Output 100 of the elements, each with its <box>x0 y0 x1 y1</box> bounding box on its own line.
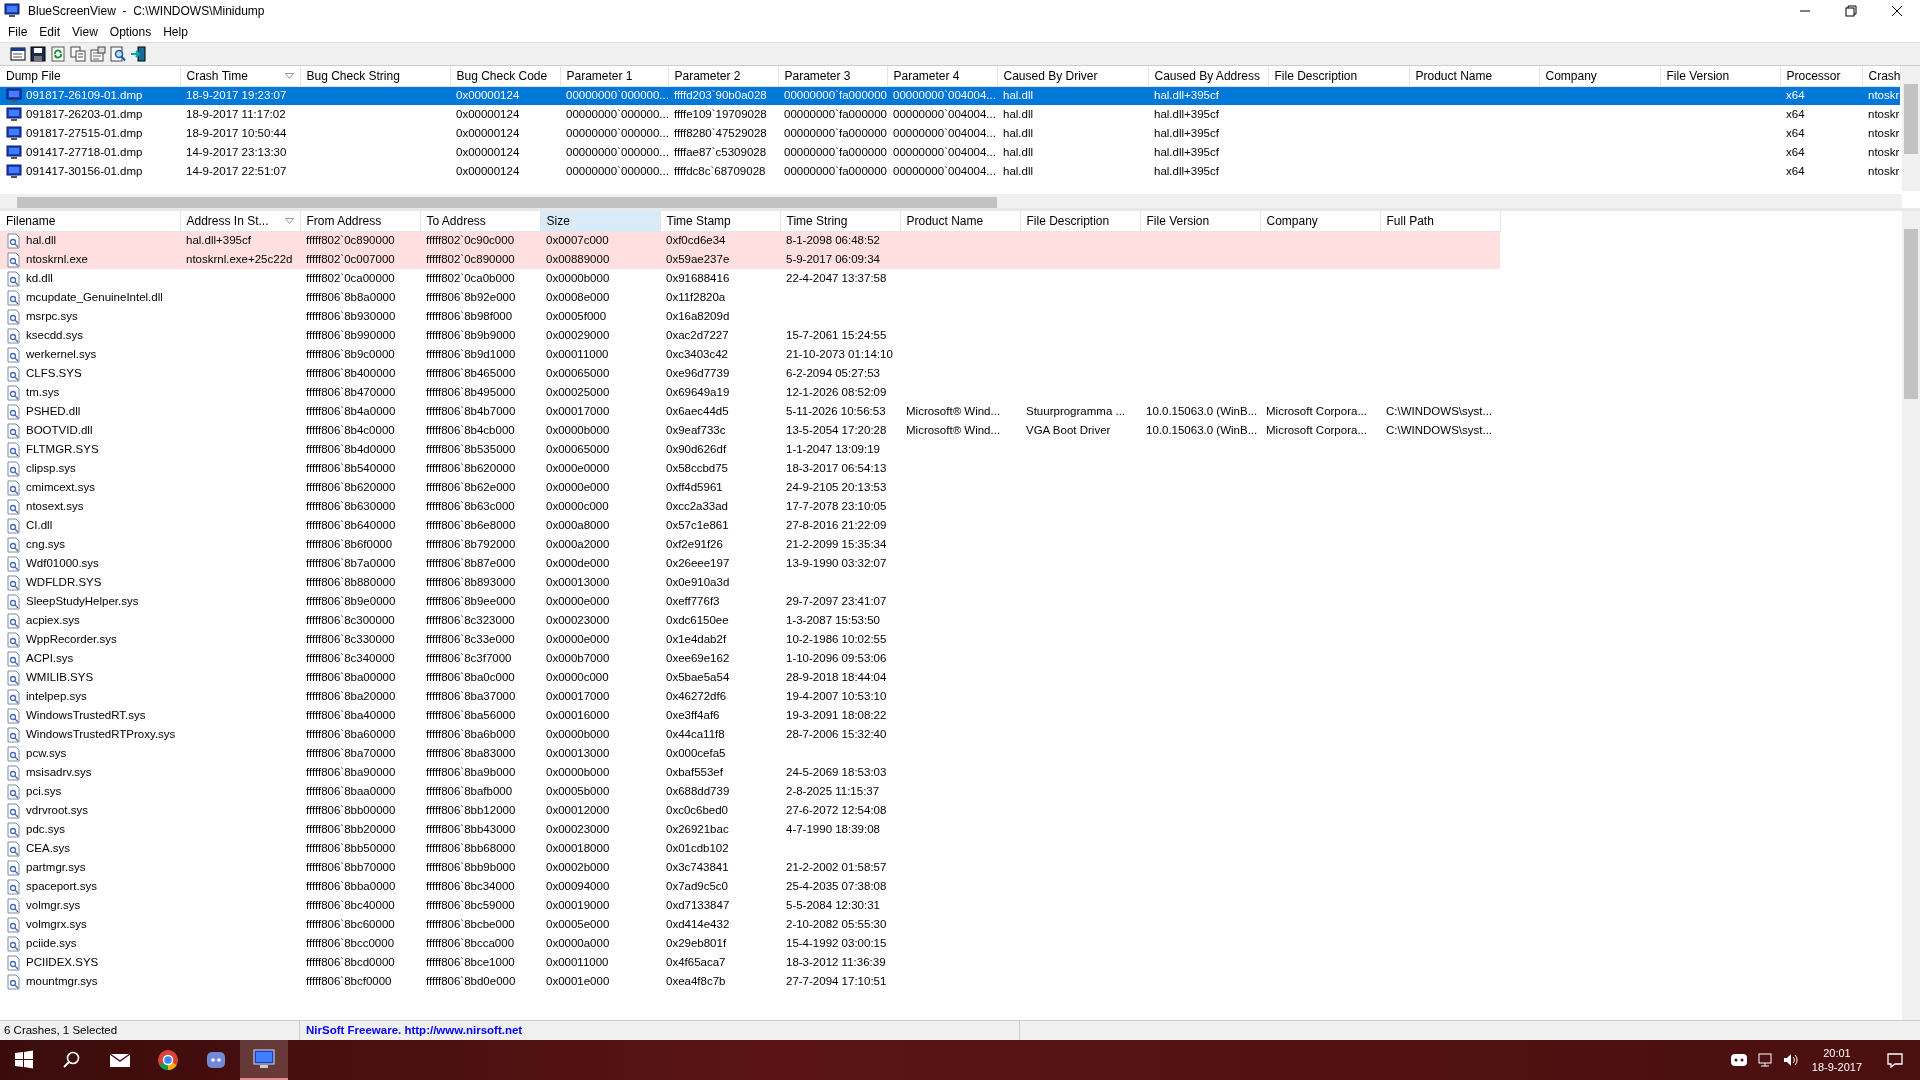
column-header[interactable]: Address In St... <box>186 211 269 230</box>
column-header[interactable]: File Description <box>1268 66 1409 86</box>
column-header[interactable]: Processor <box>1780 66 1862 86</box>
table-row[interactable]: ntosext.sys fffff806`8b630000 fffff806`8b63c000 0x0000c000 0xcc2a33ad 17-7-2078 23:10:05 <box>0 497 1500 516</box>
column-header[interactable]: Bug Check Code <box>450 66 560 86</box>
table-row[interactable]: Wdf01000.sys fffff806`8b7a0000 fffff806`8b87e000 0x000de000 0x26eee197 13-9-1990 03:32:07 <box>0 554 1500 573</box>
table-row[interactable]: WindowsTrustedRT.sys fffff806`8ba40000 fffff806`8ba56000 0x00016000 0xe3ff4af6 19-3-2091 18:08:22 <box>0 706 1500 725</box>
menu-item[interactable]: Edit <box>33 22 67 42</box>
monitor-icon[interactable] <box>252 1047 276 1071</box>
column-header[interactable]: File Version <box>1660 66 1780 86</box>
menu-item[interactable]: Options <box>103 22 158 42</box>
table-cell-text: fffff806`8bd0e000 <box>425 973 517 989</box>
column-header[interactable]: Time String <box>780 211 900 231</box>
window-icon[interactable] <box>10 46 26 62</box>
table-row[interactable]: partmgr.sys fffff806`8bb70000 fffff806`8bb9b000 0x0002b000 0x3c743841 21-2-2002 01:58:57 <box>0 858 1500 877</box>
table-row[interactable]: PSHED.dll fffff806`8b4a0000 fffff806`8b4b7000 0x00017000 0x6aec44d5 5-11-2026 10:56:53 Microsoft® Wind... Stuurprogramma ... 10.0.15063.0 (WinB... Microsoft Corpora... C:\WINDOWS\syst... <box>0 402 1500 421</box>
table-row[interactable]: pcw.sys fffff806`8ba70000 fffff806`8ba83000 0x00013000 0x000cefa5 <box>0 744 1500 763</box>
network-icon[interactable] <box>1755 1051 1774 1069</box>
column-header[interactable]: To Address <box>420 211 540 231</box>
table-row[interactable]: WDFLDR.SYS fffff806`8b880000 fffff806`8b893000 0x00013000 0x0e910a3d <box>0 573 1500 592</box>
vertical-scrollbar[interactable] <box>1902 66 1920 191</box>
table-row[interactable]: acpiex.sys fffff806`8c300000 fffff806`8c323000 0x00023000 0xdc6150ee 1-3-2087 15:53:50 <box>0 611 1500 630</box>
table-row[interactable]: CEA.sys fffff806`8bb50000 fffff806`8bb68000 0x00018000 0x01cdb102 <box>0 839 1500 858</box>
table-row[interactable]: volmgrx.sys fffff806`8bc60000 fffff806`8bcbe000 0x0005e000 0xd414e432 2-10-2082 05:55:30 <box>0 915 1500 934</box>
column-header[interactable]: Full Path <box>1380 211 1500 231</box>
table-row[interactable]: FLTMGR.SYS fffff806`8b4d0000 fffff806`8b535000 0x00065000 0x90d626df 1-1-2047 13:09:19 <box>0 440 1500 459</box>
column-header[interactable]: File Version <box>1140 211 1260 231</box>
table-row[interactable]: CLFS.SYS fffff806`8b400000 fffff806`8b465000 0x00065000 0xe96d7739 6-2-2094 05:27:53 <box>0 364 1500 383</box>
scrollbar-thumb[interactable] <box>1904 229 1918 399</box>
table-row[interactable]: ntoskrnl.exe ntoskrnl.exe+25c22d fffff802`0c007000 fffff802`0c890000 0x00889000 0x59ae237e 5-9-2017 06:09:34 <box>0 250 1500 269</box>
table-row[interactable]: 091817-26109-01.dmp 18-9-2017 19:23:07 0x00000124 00000000`000000... ffffd203`90b0a028 00000000`fa000000 00000000`004004... hal.dll hal.dll+395cf x64 ntoskr <box>0 86 1900 105</box>
table-row[interactable]: WppRecorder.sys fffff806`8c330000 fffff806`8c33e000 0x0000e000 0x1e4dab2f 10-2-1986 10:02:55 <box>0 630 1500 649</box>
report-icon[interactable] <box>90 46 106 62</box>
column-header[interactable]: Parameter 1 <box>560 66 668 86</box>
table-row[interactable]: PCIIDEX.SYS fffff806`8bcd0000 fffff806`8bce1000 0x00011000 0x4f65aca7 18-3-2012 11:36:39 <box>0 953 1500 972</box>
column-header[interactable]: Filename <box>0 211 180 231</box>
menu-item[interactable]: File <box>2 22 34 42</box>
vertical-scrollbar[interactable] <box>1902 211 1920 1020</box>
column-header[interactable]: Crash Time <box>186 66 248 85</box>
notification-icon[interactable] <box>1886 1051 1904 1069</box>
column-header[interactable]: Time Stamp <box>660 211 780 231</box>
chat-icon[interactable] <box>1729 1051 1748 1069</box>
column-header[interactable]: Caused By Address <box>1148 66 1268 86</box>
horizontal-scrollbar[interactable] <box>0 194 1902 208</box>
column-header[interactable]: Dump File <box>0 66 180 86</box>
save-icon[interactable] <box>30 46 46 62</box>
table-row[interactable]: SleepStudyHelper.sys fffff806`8b9e0000 fffff806`8b9ee000 0x0000e000 0xeff776f3 29-7-2097 23:41:07 <box>0 592 1500 611</box>
column-header[interactable]: Parameter 3 <box>778 66 887 86</box>
table-row[interactable]: volmgr.sys fffff806`8bc40000 fffff806`8bc59000 0x00019000 0xd7133847 5-5-2084 12:30:31 <box>0 896 1500 915</box>
table-row[interactable]: mountmgr.sys fffff806`8bcf0000 fffff806`8bd0e000 0x0001e000 0xea4f8c7b 27-7-2094 17:10:51 <box>0 972 1500 991</box>
table-row[interactable]: WindowsTrustedRTProxy.sys fffff806`8ba60000 fffff806`8ba6b000 0x0000b000 0x44ca11f8 28-7-2006 15:32:40 <box>0 725 1500 744</box>
column-header[interactable]: Crash <box>1862 66 1900 86</box>
column-header[interactable]: Product Name <box>1409 66 1539 86</box>
table-row[interactable]: intelpep.sys fffff806`8ba20000 fffff806`8ba37000 0x00017000 0x46272df6 19-4-2007 10:53:10 <box>0 687 1500 706</box>
column-header[interactable]: Parameter 2 <box>668 66 778 86</box>
column-header[interactable]: Size <box>540 211 660 231</box>
monitor-icon <box>6 163 22 180</box>
table-row[interactable]: 091417-30156-01.dmp 14-9-2017 22:51:07 0x00000124 00000000`000000... ffffdc8c`68709028 00000000`fa000000 00000000`004004... hal.dll hal.dll+395cf x64 ntoskr <box>0 162 1900 181</box>
table-row[interactable]: kd.dll fffff802`0ca00000 fffff802`0ca0b000 0x0000b000 0x91688416 22-4-2047 13:37:58 <box>0 269 1500 288</box>
table-row[interactable]: spaceport.sys fffff806`8bba0000 fffff806`8bc34000 0x00094000 0x7ad9c5c0 25-4-2035 07:38:08 <box>0 877 1500 896</box>
table-row[interactable]: vdrvroot.sys fffff806`8bb00000 fffff806`8bb12000 0x00012000 0xc0c6bed0 27-6-2072 12:54:08 <box>0 801 1500 820</box>
table-row[interactable]: ACPI.sys fffff806`8c340000 fffff806`8c3f7000 0x000b7000 0xee69e162 1-10-2096 09:53:06 <box>0 649 1500 668</box>
column-header[interactable]: Company <box>1260 211 1380 231</box>
table-row[interactable]: hal.dll hal.dll+395cf fffff802`0c890000 fffff802`0c90c000 0x0007c000 0xf0cd6e34 8-1-2098 06:48:52 <box>0 231 1500 250</box>
table-row[interactable]: clipsp.sys fffff806`8b540000 fffff806`8b620000 0x000e0000 0x58ccbd75 18-3-2017 06:54:13 <box>0 459 1500 478</box>
table-row[interactable]: cmimcext.sys fffff806`8b620000 fffff806`8b62e000 0x0000e000 0xff4d5961 24-9-2105 20:13:53 <box>0 478 1500 497</box>
column-header[interactable]: Bug Check String <box>300 66 450 86</box>
table-cell-text: volmgrx.sys <box>26 916 87 932</box>
table-row[interactable]: 091817-27515-01.dmp 18-9-2017 10:50:44 0x00000124 00000000`000000... ffff8280`47529028 00000000`fa000000 00000000`004004... hal.dll hal.dll+395cf x64 ntoskr <box>0 124 1900 143</box>
column-header[interactable]: Company <box>1539 66 1660 86</box>
column-header[interactable]: From Address <box>300 211 420 231</box>
table-row[interactable]: pci.sys fffff806`8baa0000 fffff806`8bafb000 0x0005b000 0x688dd739 2-8-2025 11:15:37 <box>0 782 1500 801</box>
exit-icon[interactable] <box>130 46 146 62</box>
refresh-icon[interactable] <box>50 46 66 62</box>
copy-icon[interactable] <box>70 46 86 62</box>
table-row[interactable]: mcupdate_GenuineIntel.dll fffff806`8b8a0000 fffff806`8b92e000 0x0008e000 0x11f2820a <box>0 288 1500 307</box>
column-header[interactable]: File Description <box>1020 211 1140 231</box>
table-row[interactable]: BOOTVID.dll fffff806`8b4c0000 fffff806`8b4cb000 0x0000b000 0x9eaf733c 13-5-2054 17:20:28 Microsoft® Wind... VGA Boot Driver 10.0.15063.0 (WinB... Microsoft Corpora... C:\WINDOWS\syst... <box>0 421 1500 440</box>
menu-item[interactable]: Help <box>157 22 194 42</box>
menu-item[interactable]: View <box>66 22 104 42</box>
table-row[interactable]: pdc.sys fffff806`8bb20000 fffff806`8bb43000 0x00023000 0x26921bac 4-7-1990 18:39:08 <box>0 820 1500 839</box>
column-header[interactable]: Product Name <box>900 211 1020 231</box>
search-icon[interactable] <box>110 46 126 62</box>
table-row[interactable]: 091417-27718-01.dmp 14-9-2017 23:13:30 0x00000124 00000000`000000... ffffae87`c5309028 00000000`fa000000 00000000`004004... hal.dll hal.dll+395cf x64 ntoskr <box>0 143 1900 162</box>
scrollbar-thumb[interactable] <box>1904 84 1918 154</box>
restore-icon[interactable] <box>1842 5 1860 17</box>
table-row[interactable]: pciide.sys fffff806`8bcc0000 fffff806`8bcca000 0x0000a000 0x29eb801f 15-4-1992 03:00:15 <box>0 934 1500 953</box>
table-row[interactable]: WMILIB.SYS fffff806`8ba00000 fffff806`8ba0c000 0x0000c000 0x5bae5a54 28-9-2018 18:44:04 <box>0 668 1500 687</box>
table-row[interactable]: ksecdd.sys fffff806`8b990000 fffff806`8b9b9000 0x00029000 0xac2d7227 15-7-2061 15:24:55 <box>0 326 1500 345</box>
column-header[interactable]: Caused By Driver <box>997 66 1148 86</box>
table-row[interactable]: msrpc.sys fffff806`8b930000 fffff806`8b98f000 0x0005f000 0x16a8209d <box>0 307 1500 326</box>
browser-icon[interactable] <box>156 1048 180 1072</box>
table-row[interactable]: tm.sys fffff806`8b470000 fffff806`8b495000 0x00025000 0x69649a19 12-1-2026 08:52:09 <box>0 383 1500 402</box>
table-row[interactable]: werkernel.sys fffff806`8b9c0000 fffff806`8b9d1000 0x00011000 0xc3403c42 21-10-2073 01:14:10 <box>0 345 1500 364</box>
scrollbar-thumb[interactable] <box>17 197 997 208</box>
column-header[interactable]: Parameter 4 <box>887 66 997 86</box>
table-row[interactable]: CI.dll fffff806`8b640000 fffff806`8b6e8000 0x000a8000 0x57c1e861 27-8-2016 21:22:09 <box>0 516 1500 535</box>
table-row[interactable]: msisadrv.sys fffff806`8ba90000 fffff806`8ba9b000 0x0000b000 0xbaf553ef 24-5-2069 18:53:03 <box>0 763 1500 782</box>
table-row[interactable]: 091817-26203-01.dmp 18-9-2017 11:17:02 0x00000124 00000000`000000... ffffe109`19709028 00000000`fa000000 00000000`004004... hal.dll hal.dll+395cf x64 ntoskr <box>0 105 1900 124</box>
table-row[interactable]: cng.sys fffff806`8b6f0000 fffff806`8b792000 0x000a2000 0xf2e91f26 21-2-2099 15:35:34 <box>0 535 1500 554</box>
